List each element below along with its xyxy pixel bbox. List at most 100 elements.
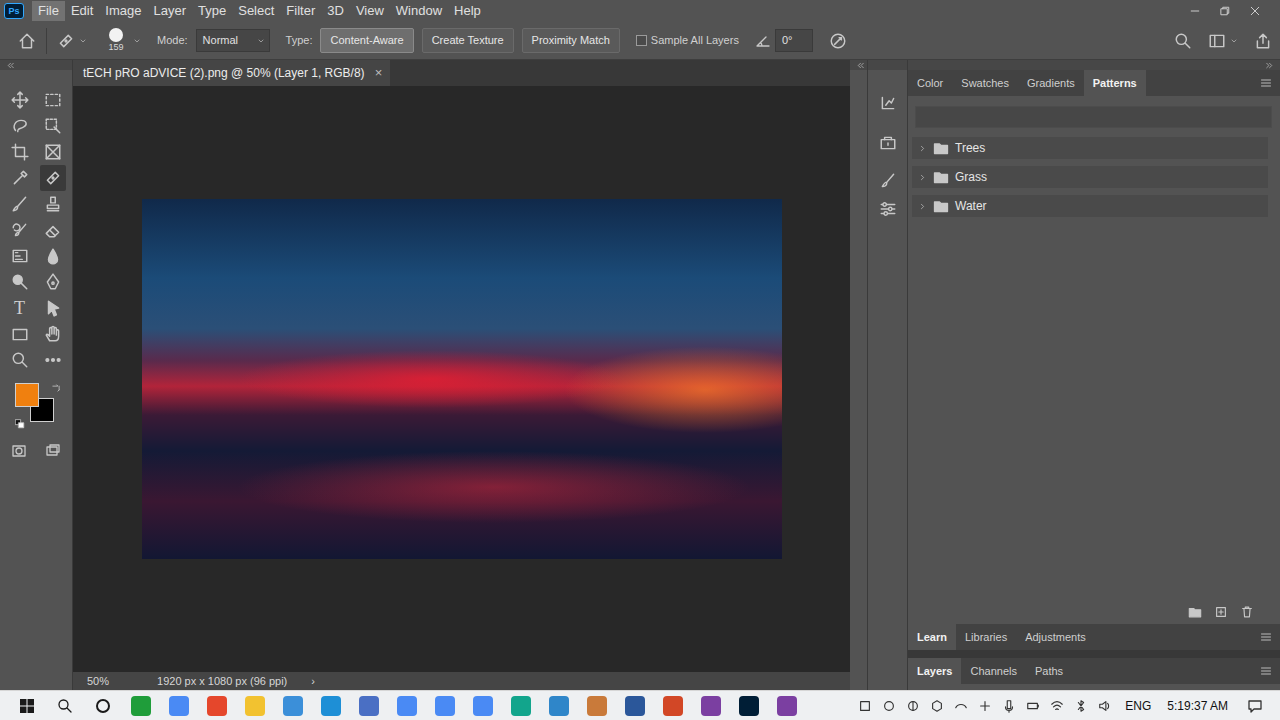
screen-mode-icon[interactable] — [45, 443, 61, 459]
taskbar-app[interactable] — [464, 691, 502, 720]
tray-icon[interactable] — [877, 691, 901, 720]
panel-menu-icon[interactable] — [1260, 658, 1272, 684]
sample-all-layers[interactable]: Sample All Layers — [636, 32, 739, 49]
tool-button[interactable] — [40, 87, 66, 113]
taskbar-app[interactable] — [578, 691, 616, 720]
menu-item[interactable]: Edit — [65, 1, 99, 21]
taskbar-app[interactable] — [616, 691, 654, 720]
tool-button[interactable] — [7, 243, 33, 269]
tray-icon[interactable] — [973, 691, 997, 720]
checkbox[interactable] — [636, 35, 647, 46]
tray-icon[interactable] — [853, 691, 877, 720]
zoom-level[interactable]: 50% — [87, 673, 109, 690]
brush-preset[interactable]: 159 — [103, 28, 129, 53]
taskbar-app[interactable] — [274, 691, 312, 720]
document-tab[interactable]: tECH pRO aDVICE (2).png @ 50% (Layer 1, … — [73, 60, 390, 86]
taskbar-app[interactable] — [198, 691, 236, 720]
taskbar-app[interactable] — [768, 691, 806, 720]
tool-button[interactable] — [40, 269, 66, 295]
tool-button[interactable] — [40, 191, 66, 217]
dropdown-arrow-icon[interactable] — [133, 37, 141, 45]
foreground-color-swatch[interactable] — [15, 383, 39, 407]
tool-button[interactable] — [7, 347, 33, 373]
tool-button[interactable] — [7, 113, 33, 139]
tray-icon[interactable] — [925, 691, 949, 720]
tool-button[interactable] — [40, 113, 66, 139]
expand-icon[interactable] — [1265, 61, 1274, 70]
panel-tab[interactable]: Color — [908, 70, 952, 96]
angle-field[interactable]: 0° — [775, 29, 813, 52]
menu-item[interactable]: Filter — [280, 1, 321, 21]
collapse-icon[interactable] — [856, 61, 865, 70]
taskbar-app[interactable] — [692, 691, 730, 720]
panel-tab[interactable]: Libraries — [956, 624, 1016, 650]
tray-icon[interactable] — [997, 691, 1021, 720]
properties-panel-icon[interactable] — [874, 129, 902, 157]
notifications-icon[interactable] — [1236, 691, 1274, 720]
chevron-icon[interactable] — [918, 202, 927, 211]
new-pattern-icon[interactable] — [1214, 605, 1228, 619]
close-tab-button[interactable]: × — [375, 63, 383, 83]
windows-start-icon[interactable] — [8, 691, 46, 720]
panel-menu-icon[interactable] — [1260, 70, 1272, 96]
mode-select[interactable]: Normal — [196, 29, 270, 52]
pattern-group[interactable]: Trees — [912, 137, 1268, 159]
cortana-icon[interactable] — [84, 691, 122, 720]
tool-button[interactable] — [40, 321, 66, 347]
tray-icon[interactable] — [1069, 691, 1093, 720]
quick-mask-icon[interactable] — [11, 443, 27, 459]
panel-tab[interactable]: Paths — [1026, 658, 1072, 684]
default-colors-icon[interactable] — [15, 419, 25, 429]
type-button[interactable]: Proximity Match — [522, 28, 620, 53]
menu-item[interactable]: File — [32, 1, 65, 21]
menu-item[interactable]: View — [350, 1, 390, 21]
share-icon[interactable] — [1254, 32, 1272, 50]
pattern-group[interactable]: Grass — [912, 166, 1268, 188]
tool-button[interactable] — [40, 217, 66, 243]
panel-tab[interactable]: Layers — [908, 658, 961, 684]
dropdown-arrow-icon[interactable] — [1230, 37, 1238, 45]
close-window-icon[interactable] — [1240, 0, 1270, 22]
menu-item[interactable]: 3D — [321, 1, 350, 21]
menu-item[interactable]: Type — [192, 1, 232, 21]
taskbar-app[interactable] — [502, 691, 540, 720]
tool-button[interactable] — [40, 243, 66, 269]
menu-item[interactable]: Layer — [148, 1, 193, 21]
taskbar-app[interactable] — [236, 691, 274, 720]
swap-colors-icon[interactable] — [51, 383, 61, 393]
pattern-search[interactable] — [915, 106, 1272, 128]
new-group-folder-icon[interactable] — [1188, 605, 1202, 619]
taskbar-app[interactable] — [426, 691, 464, 720]
menu-item[interactable]: Image — [99, 1, 147, 21]
pressure-icon[interactable] — [829, 32, 847, 50]
taskbar-app[interactable] — [312, 691, 350, 720]
pattern-group[interactable]: Water — [912, 195, 1268, 217]
tray-icon[interactable] — [901, 691, 925, 720]
panel-tab[interactable]: Gradients — [1018, 70, 1084, 96]
tool-button[interactable] — [40, 295, 66, 321]
taskbar-app[interactable] — [350, 691, 388, 720]
collapse-icon[interactable] — [6, 61, 15, 70]
taskbar-app[interactable] — [388, 691, 426, 720]
tool-button[interactable] — [7, 321, 33, 347]
tool-button[interactable] — [40, 139, 66, 165]
tray-icon[interactable] — [949, 691, 973, 720]
taskbar-app[interactable] — [122, 691, 160, 720]
chevron-icon[interactable] — [918, 144, 927, 153]
type-button[interactable]: Create Texture — [422, 28, 514, 53]
menu-item[interactable]: Select — [232, 1, 280, 21]
workspace-icon[interactable] — [1208, 32, 1226, 50]
panel-tab[interactable]: Learn — [908, 624, 956, 650]
type-button[interactable]: Content-Aware — [320, 28, 413, 53]
panel-tab[interactable]: Patterns — [1084, 70, 1146, 96]
healing-brush-icon[interactable] — [57, 32, 75, 50]
tool-button[interactable] — [7, 87, 33, 113]
tool-button[interactable]: T — [7, 295, 33, 321]
clock[interactable]: 5:19:37 AM — [1159, 697, 1236, 715]
tool-button[interactable] — [7, 191, 33, 217]
taskbar-app[interactable] — [540, 691, 578, 720]
tool-button[interactable] — [7, 165, 33, 191]
input-language[interactable]: ENG — [1117, 697, 1159, 715]
tray-icon[interactable] — [1045, 691, 1069, 720]
canvas[interactable] — [73, 86, 850, 672]
